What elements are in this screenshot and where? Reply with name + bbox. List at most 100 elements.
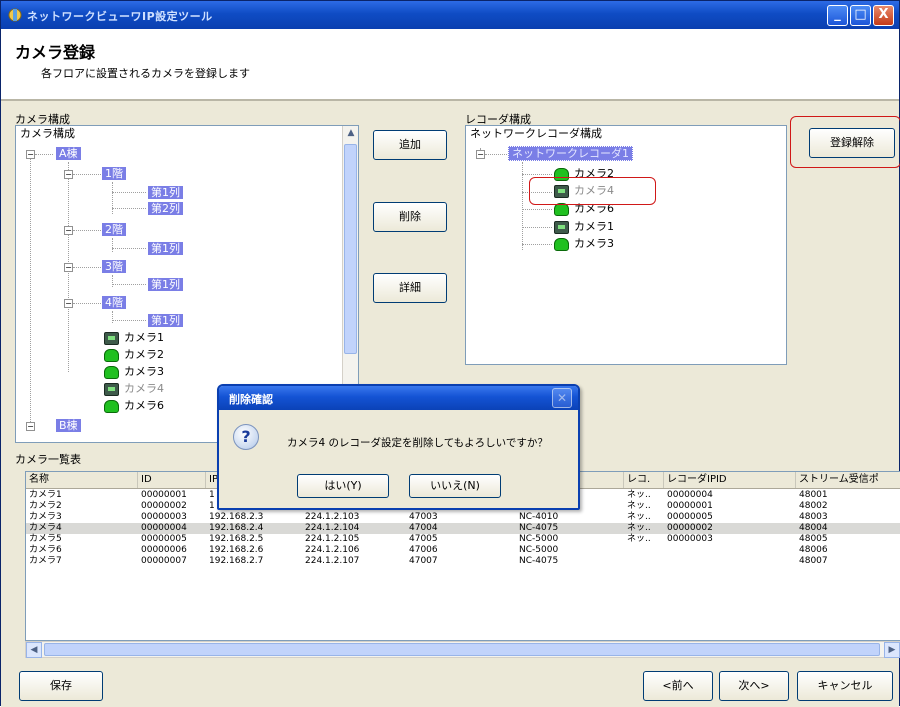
table-hscrollbar[interactable]: ◀ ▶ — [25, 641, 900, 658]
collapse-icon[interactable]: − — [476, 150, 485, 159]
cell-model: NC-5000 — [519, 545, 559, 555]
cell-model: NC-4075 — [519, 556, 559, 566]
cell-name: カメラ5 — [29, 534, 62, 544]
tree-node-cam2[interactable]: カメラ2 — [124, 347, 164, 363]
table-row[interactable]: カメラ3 00000003 192.168.2.3 224.1.2.103 47003 N… — [26, 512, 900, 523]
tree-node-cam4[interactable]: カメラ4 — [124, 381, 164, 397]
camera-list-label: カメラ一覧表 — [15, 453, 81, 466]
camera-tree-root[interactable]: カメラ構成 — [20, 126, 75, 142]
tree-node-building-a[interactable]: A棟 — [56, 147, 81, 160]
collapse-icon[interactable]: − — [26, 150, 35, 159]
tree-node-floor3-row1[interactable]: 第1列 — [148, 278, 183, 291]
tree-node-floor2[interactable]: 2階 — [102, 223, 126, 236]
tree-line — [112, 275, 113, 287]
rec-node-cam3[interactable]: カメラ3 — [574, 236, 614, 252]
recorder-tree-panel[interactable]: ネットワークレコーダ構成 − ネットワークレコーダ1 カメラ2 カメラ4 カメラ… — [465, 125, 787, 365]
header-divider — [1, 99, 899, 101]
tree-node-cam6[interactable]: カメラ6 — [124, 398, 164, 414]
no-button[interactable]: いいえ(N) — [409, 474, 501, 498]
hscroll-thumb[interactable] — [44, 643, 880, 656]
add-button[interactable]: 追加 — [373, 130, 447, 160]
tree-node-building-b[interactable]: B棟 — [56, 419, 81, 432]
main-window: ネットワークビューワIP設定ツール _ □ X カメラ登録 各フロアに設置される… — [0, 0, 900, 707]
cell-rec: ネッ.. — [627, 523, 651, 533]
recorder-tree-root[interactable]: ネットワークレコーダ構成 — [470, 126, 602, 142]
tree-node-floor4[interactable]: 4階 — [102, 296, 126, 309]
back-button[interactable]: <前へ — [643, 671, 713, 701]
cell-mcast: 224.1.2.104 — [305, 523, 360, 533]
minimize-button[interactable]: _ — [827, 5, 848, 26]
table-row[interactable]: カメラ6 00000006 192.168.2.6 224.1.2.106 47006 N… — [26, 545, 900, 556]
collapse-icon[interactable]: − — [64, 226, 73, 235]
col-id[interactable]: ID — [138, 472, 206, 488]
cell-rec: ネッ.. — [627, 512, 651, 522]
cell-stream: 48004 — [799, 523, 828, 533]
tree-node-recorder1[interactable]: ネットワークレコーダ1 — [508, 146, 633, 161]
tree-node-floor1-row1[interactable]: 第1列 — [148, 186, 183, 199]
tree-node-floor1-row2[interactable]: 第2列 — [148, 202, 183, 215]
recorder-camera-icon — [104, 383, 119, 396]
table-row[interactable]: カメラ7 00000007 192.168.2.7 224.1.2.107 47007 N… — [26, 556, 900, 567]
cell-name: カメラ3 — [29, 512, 62, 522]
tree-line — [73, 174, 101, 175]
col-recid[interactable]: レコーダIPID — [664, 472, 796, 488]
tree-line — [30, 154, 31, 424]
col-name[interactable]: 名称 — [26, 472, 138, 488]
delete-button[interactable]: 削除 — [373, 202, 447, 232]
tree-line — [112, 192, 146, 193]
cell-name: カメラ7 — [29, 556, 62, 566]
scroll-thumb[interactable] — [344, 144, 357, 354]
table-row[interactable]: カメラ5 00000005 192.168.2.5 224.1.2.105 47005 N… — [26, 534, 900, 545]
tree-node-cam1[interactable]: カメラ1 — [124, 330, 164, 346]
scroll-left-icon[interactable]: ◀ — [26, 642, 42, 658]
dialog-title: 削除確認 — [229, 393, 273, 406]
camera-icon — [104, 400, 119, 413]
collapse-icon[interactable]: − — [64, 170, 73, 179]
cell-id: 00000006 — [141, 545, 187, 555]
next-button[interactable]: 次へ> — [719, 671, 789, 701]
table-row[interactable]: カメラ4 00000004 192.168.2.4 224.1.2.104 47004 N… — [26, 523, 900, 534]
tree-node-cam3[interactable]: カメラ3 — [124, 364, 164, 380]
save-button[interactable]: 保存 — [19, 671, 103, 701]
cell-port: 47003 — [409, 512, 438, 522]
page-subtitle: 各フロアに設置されるカメラを登録します — [41, 67, 250, 80]
scroll-up-icon[interactable]: ▲ — [343, 126, 359, 142]
tree-line — [112, 182, 113, 214]
cancel-button[interactable]: キャンセル — [797, 671, 893, 701]
cell-recid: 00000002 — [667, 523, 713, 533]
tree-node-floor2-row1[interactable]: 第1列 — [148, 242, 183, 255]
tree-node-floor4-row1[interactable]: 第1列 — [148, 314, 183, 327]
collapse-icon[interactable]: − — [64, 299, 73, 308]
cell-port: 47004 — [409, 523, 438, 533]
unregister-button[interactable]: 登録解除 — [809, 128, 895, 158]
collapse-icon[interactable]: − — [64, 263, 73, 272]
cell-recid: 00000003 — [667, 534, 713, 544]
tree-line — [112, 208, 146, 209]
detail-button[interactable]: 詳細 — [373, 273, 447, 303]
col-rec[interactable]: レコ. — [624, 472, 664, 488]
col-stream[interactable]: ストリーム受信ポ — [796, 472, 900, 488]
rec-node-cam1[interactable]: カメラ1 — [574, 219, 614, 235]
collapse-icon[interactable]: − — [26, 422, 35, 431]
dialog-close-icon[interactable]: ✕ — [552, 388, 572, 408]
tree-line — [73, 267, 101, 268]
cell-id: 00000001 — [141, 490, 187, 500]
close-button[interactable]: X — [873, 5, 894, 26]
tree-line — [522, 227, 552, 228]
cell-stream: 48002 — [799, 501, 828, 511]
dialog-title-bar[interactable]: 削除確認 ✕ — [219, 386, 578, 410]
title-bar[interactable]: ネットワークビューワIP設定ツール _ □ X — [1, 1, 899, 29]
maximize-button[interactable]: □ — [850, 5, 871, 26]
tree-node-floor3[interactable]: 3階 — [102, 260, 126, 273]
camera-icon — [104, 349, 119, 362]
tree-line — [112, 311, 113, 323]
tree-node-floor1[interactable]: 1階 — [102, 167, 126, 180]
tree-line — [522, 244, 552, 245]
cell-name: カメラ2 — [29, 501, 62, 511]
cell-mcast: 224.1.2.107 — [305, 556, 360, 566]
scroll-right-icon[interactable]: ▶ — [884, 642, 900, 658]
highlight-camera4 — [529, 177, 656, 205]
cell-port: 47007 — [409, 556, 438, 566]
cell-id: 00000003 — [141, 512, 187, 522]
yes-button[interactable]: はい(Y) — [297, 474, 389, 498]
